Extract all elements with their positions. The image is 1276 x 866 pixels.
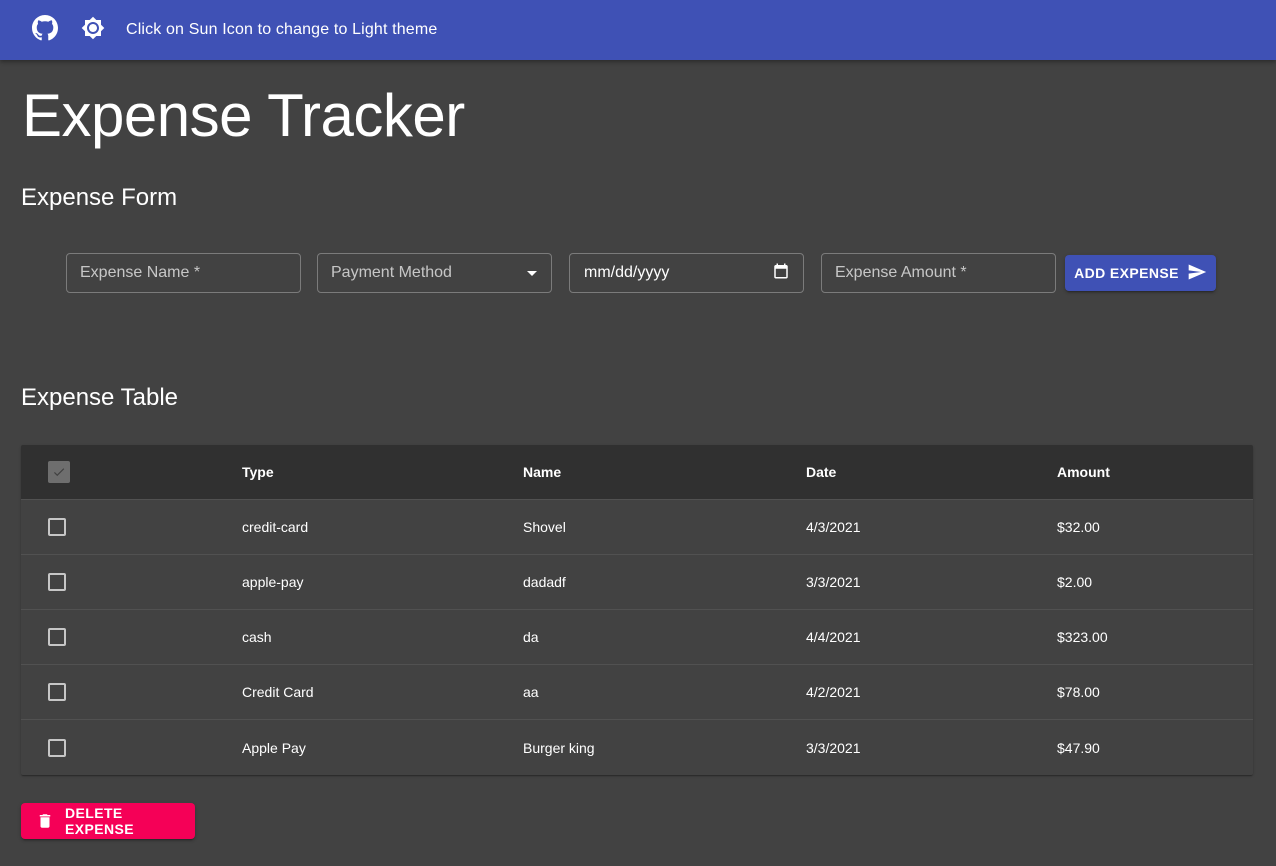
row-checkbox[interactable] bbox=[48, 683, 66, 701]
expense-date-field[interactable]: mm/dd/yyyy bbox=[569, 253, 804, 293]
add-expense-label: ADD EXPENSE bbox=[1074, 265, 1179, 281]
column-header-amount[interactable]: Amount bbox=[1057, 445, 1110, 499]
github-icon bbox=[32, 14, 58, 46]
row-checkbox[interactable] bbox=[48, 738, 66, 757]
github-link[interactable] bbox=[21, 6, 69, 54]
cell-name: Burger king bbox=[523, 739, 595, 756]
cell-date: 4/3/2021 bbox=[806, 519, 861, 535]
table-row[interactable]: cash da 4/4/2021 $323.00 bbox=[21, 610, 1253, 665]
add-expense-button[interactable]: ADD EXPENSE bbox=[1065, 255, 1216, 291]
cell-date: 4/4/2021 bbox=[806, 629, 861, 645]
expense-name-field[interactable]: Expense Name * bbox=[66, 253, 301, 293]
app-bar: Click on Sun Icon to change to Light the… bbox=[0, 0, 1276, 60]
page-title: Expense Tracker bbox=[22, 82, 465, 149]
cell-name: aa bbox=[523, 684, 539, 700]
table-header-row: Type Name Date Amount bbox=[21, 445, 1253, 500]
dropdown-arrow-icon bbox=[527, 270, 537, 276]
cell-type: Apple Pay bbox=[242, 739, 306, 756]
cell-type: cash bbox=[242, 629, 272, 645]
cell-type: credit-card bbox=[242, 519, 309, 535]
row-checkbox[interactable] bbox=[48, 628, 66, 646]
delete-expense-label: DELETE EXPENSE bbox=[65, 805, 134, 837]
date-placeholder: mm/dd/yyyy bbox=[584, 264, 670, 281]
cell-amount: $32.00 bbox=[1057, 519, 1100, 535]
expense-table-title: Expense Table bbox=[21, 384, 179, 411]
expense-amount-field[interactable]: Expense Amount * bbox=[821, 253, 1056, 293]
table-row[interactable]: credit-card Shovel 4/3/2021 $32.00 bbox=[21, 500, 1253, 555]
delete-expense-button[interactable]: DELETE EXPENSE bbox=[21, 803, 195, 839]
row-checkbox[interactable] bbox=[48, 573, 66, 591]
theme-hint-text: Click on Sun Icon to change to Light the… bbox=[126, 21, 438, 38]
cell-date: 4/2/2021 bbox=[806, 684, 861, 700]
cell-name: dadadf bbox=[523, 574, 566, 590]
check-icon bbox=[53, 468, 65, 477]
table-row[interactable]: Apple Pay Burger king 3/3/2021 $47.90 bbox=[21, 720, 1253, 775]
cell-type: apple-pay bbox=[242, 574, 304, 590]
theme-toggle-button[interactable] bbox=[69, 6, 117, 54]
cell-name: Shovel bbox=[523, 519, 566, 535]
column-header-date[interactable]: Date bbox=[806, 445, 836, 499]
cell-type: Credit Card bbox=[242, 684, 314, 700]
select-all-cell bbox=[48, 445, 70, 499]
expense-form-title: Expense Form bbox=[21, 184, 178, 211]
cell-date: 3/3/2021 bbox=[806, 574, 861, 590]
payment-method-select[interactable]: Payment Method bbox=[317, 253, 552, 293]
trash-icon bbox=[36, 812, 54, 830]
select-all-checkbox[interactable] bbox=[48, 461, 70, 483]
send-icon bbox=[1187, 262, 1207, 285]
cell-amount: $323.00 bbox=[1057, 629, 1108, 645]
cell-amount: $78.00 bbox=[1057, 684, 1100, 700]
expense-table: Type Name Date Amount credit-card Shovel… bbox=[21, 445, 1253, 775]
expense-name-placeholder: Expense Name * bbox=[80, 264, 201, 281]
column-header-name[interactable]: Name bbox=[523, 445, 561, 499]
row-checkbox[interactable] bbox=[48, 518, 66, 536]
cell-name: da bbox=[523, 629, 539, 645]
calendar-icon[interactable] bbox=[772, 262, 790, 285]
expense-amount-placeholder: Expense Amount * bbox=[835, 264, 967, 281]
payment-method-placeholder: Payment Method bbox=[331, 264, 452, 281]
cell-date: 3/3/2021 bbox=[806, 739, 861, 756]
brightness-icon bbox=[81, 16, 105, 45]
column-header-type[interactable]: Type bbox=[242, 445, 274, 499]
cell-amount: $47.90 bbox=[1057, 739, 1100, 756]
table-row[interactable]: apple-pay dadadf 3/3/2021 $2.00 bbox=[21, 555, 1253, 610]
table-row[interactable]: Credit Card aa 4/2/2021 $78.00 bbox=[21, 665, 1253, 720]
cell-amount: $2.00 bbox=[1057, 574, 1093, 590]
